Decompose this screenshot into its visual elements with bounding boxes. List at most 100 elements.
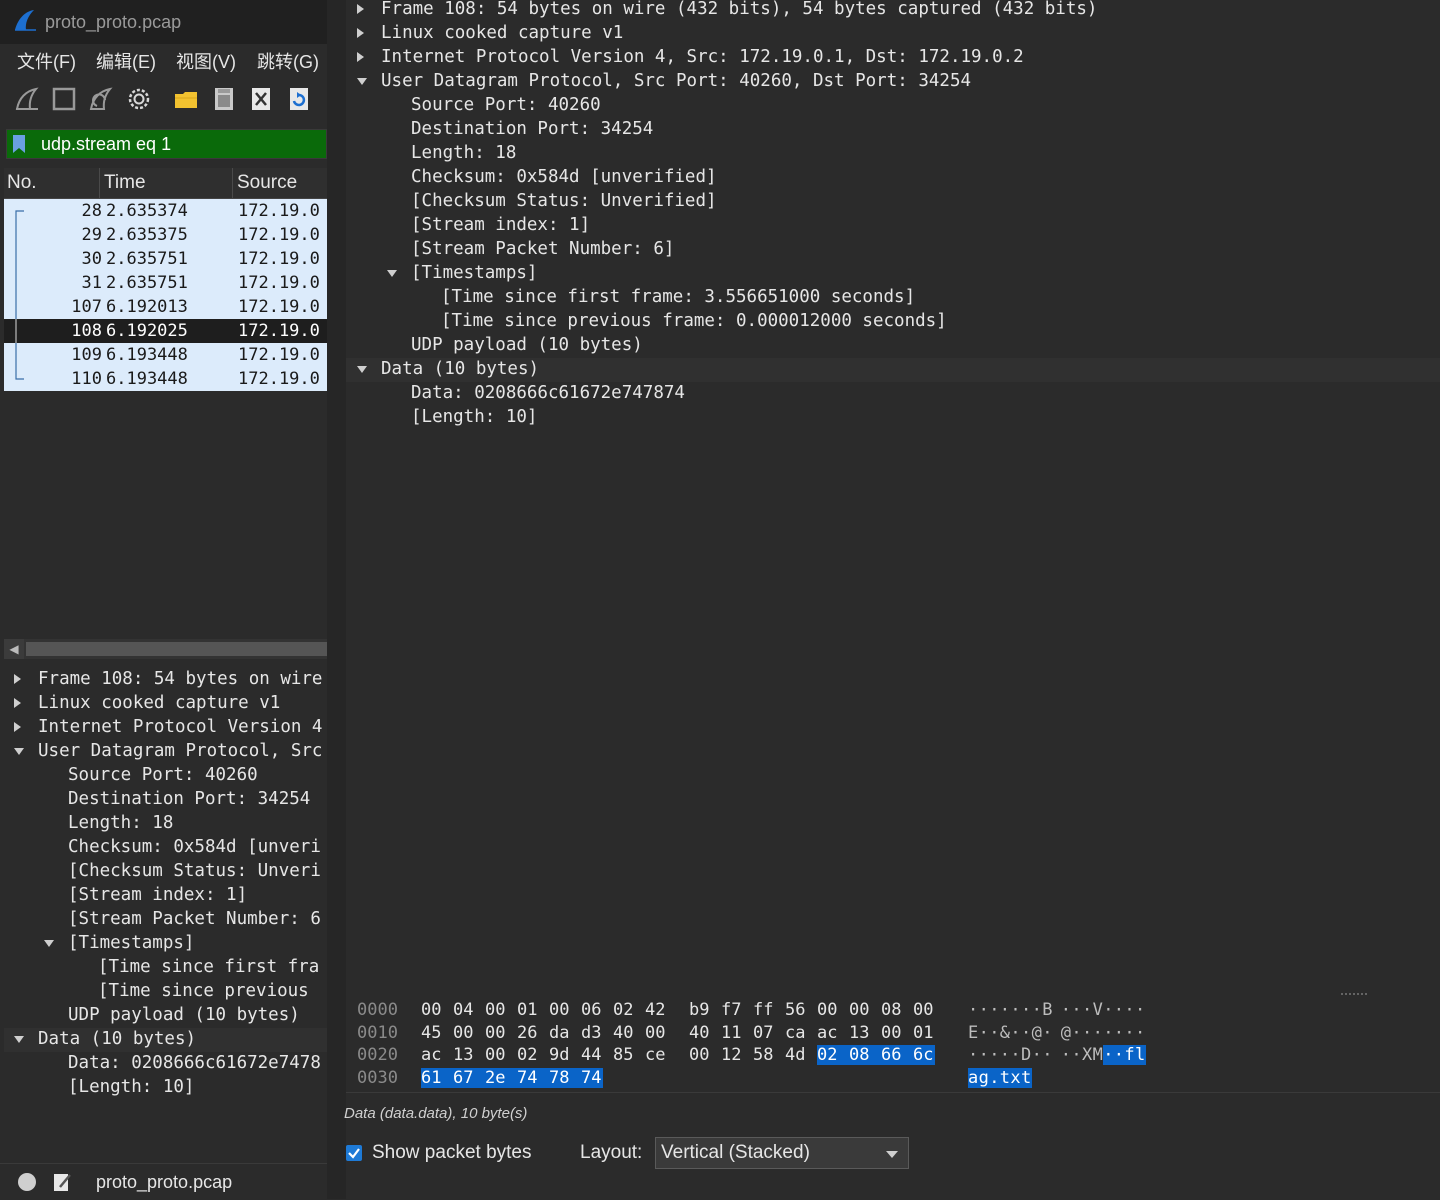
expand-arrow-right-icon[interactable]	[14, 722, 21, 732]
menu-file[interactable]: 文件(F)	[17, 48, 76, 74]
save-file-icon[interactable]	[211, 86, 237, 112]
ascii-char[interactable]: f	[1124, 1045, 1136, 1065]
hex-byte[interactable]: 00	[913, 1000, 933, 1020]
packet-row[interactable]: 109 6.193448 172.19.0	[4, 343, 327, 367]
hex-byte[interactable]: 66	[881, 1045, 913, 1065]
ascii-char[interactable]: ·	[1021, 1000, 1031, 1020]
ascii-char[interactable]: ·	[1010, 1023, 1020, 1043]
detail-tree-item[interactable]: Data (10 bytes)	[4, 1028, 327, 1052]
ascii-char[interactable]: g	[978, 1067, 990, 1088]
ascii-char[interactable]: ·	[1042, 1023, 1052, 1043]
expand-arrow-down-icon[interactable]	[357, 366, 367, 373]
hex-byte[interactable]: 01	[517, 1000, 537, 1020]
hex-byte[interactable]: 78	[549, 1067, 581, 1088]
hex-byte[interactable]: 26	[517, 1023, 537, 1043]
hex-byte[interactable]: 45	[421, 1023, 441, 1043]
hex-byte[interactable]: 00	[881, 1023, 901, 1043]
expand-arrow-down-icon[interactable]	[14, 1036, 24, 1043]
ascii-char[interactable]: &	[1000, 1023, 1010, 1043]
packet-row[interactable]: 30 2.635751 172.19.0	[4, 247, 327, 271]
hex-byte[interactable]: 04	[453, 1000, 473, 1020]
menu-go[interactable]: 跳转(G)	[257, 48, 319, 74]
show-packet-bytes-checkbox[interactable]	[346, 1145, 362, 1161]
hex-byte[interactable]: 00	[421, 1000, 441, 1020]
ascii-char[interactable]: D	[1021, 1045, 1031, 1065]
hex-byte[interactable]: 02	[817, 1045, 849, 1065]
ascii-char[interactable]: a	[968, 1067, 979, 1088]
hex-byte[interactable]: ff	[753, 1000, 773, 1020]
hex-byte[interactable]: 42	[645, 1000, 665, 1020]
hex-byte[interactable]: 00	[485, 1045, 505, 1065]
ascii-char[interactable]: ·	[1071, 1045, 1081, 1065]
ascii-char[interactable]: X	[1082, 1045, 1092, 1065]
ascii-char[interactable]: ·	[1010, 1000, 1020, 1020]
ascii-char[interactable]: ·	[1082, 1023, 1092, 1043]
restart-fin-icon[interactable]	[88, 86, 114, 112]
ascii-char[interactable]: ·	[1042, 1045, 1052, 1065]
detail-tree-item[interactable]: Data (10 bytes)	[346, 358, 1440, 382]
hex-byte[interactable]: 00	[549, 1000, 569, 1020]
hex-byte[interactable]: 13	[453, 1045, 473, 1065]
bookmark-icon[interactable]	[11, 134, 27, 154]
hex-byte[interactable]: 00	[849, 1000, 869, 1020]
hex-byte[interactable]: ca	[785, 1023, 805, 1043]
hex-byte[interactable]: 00	[485, 1023, 505, 1043]
ascii-char[interactable]: ·	[1071, 1023, 1081, 1043]
packet-row[interactable]: 28 2.635374 172.19.0	[4, 199, 327, 223]
ascii-char[interactable]: ·	[968, 1000, 978, 1020]
hex-byte[interactable]: f7	[721, 1000, 741, 1020]
ascii-char[interactable]: ·	[1021, 1023, 1031, 1043]
packet-list-hscroll[interactable]: ◀	[4, 639, 327, 659]
hex-byte[interactable]: 67	[453, 1067, 485, 1088]
hex-byte[interactable]: 02	[517, 1045, 537, 1065]
hex-byte[interactable]: 06	[581, 1000, 601, 1020]
ascii-char[interactable]: ·	[989, 1023, 999, 1043]
hex-byte[interactable]: 07	[753, 1023, 773, 1043]
hex-byte[interactable]: d3	[581, 1023, 601, 1043]
ascii-char[interactable]: ·	[1000, 1000, 1010, 1020]
ascii-char[interactable]: M	[1093, 1045, 1103, 1065]
ascii-char[interactable]: .	[989, 1067, 1001, 1088]
column-separator[interactable]	[99, 168, 100, 198]
hex-byte[interactable]: 40	[689, 1023, 709, 1043]
ascii-char[interactable]: ·	[1135, 1000, 1145, 1020]
ascii-char[interactable]: ·	[1114, 1000, 1124, 1020]
ascii-char[interactable]: ·	[979, 1045, 989, 1065]
hex-byte[interactable]: ce	[645, 1045, 665, 1065]
ascii-char[interactable]: ·	[1032, 1000, 1042, 1020]
stop-square-icon[interactable]	[51, 86, 77, 112]
menu-view[interactable]: 视图(V)	[176, 48, 236, 74]
column-header-time[interactable]: Time	[104, 172, 146, 194]
ascii-char[interactable]: B	[1042, 1000, 1052, 1020]
hex-byte[interactable]: 02	[613, 1000, 633, 1020]
expand-arrow-down-icon[interactable]	[357, 78, 367, 85]
ascii-char[interactable]: V	[1093, 1000, 1103, 1020]
ascii-char[interactable]: @	[1032, 1023, 1042, 1043]
hex-byte[interactable]: 74	[517, 1067, 549, 1088]
hex-byte[interactable]: 08	[849, 1045, 881, 1065]
hex-byte[interactable]: ac	[421, 1045, 441, 1065]
pane-splitter[interactable]	[327, 0, 346, 1199]
ascii-char[interactable]: ·	[1113, 1045, 1125, 1065]
ascii-char[interactable]: ·	[989, 1045, 999, 1065]
ascii-char[interactable]: l	[1135, 1045, 1146, 1065]
column-header-no[interactable]: No.	[7, 172, 37, 194]
hex-byte[interactable]: 00	[453, 1023, 473, 1043]
ascii-char[interactable]: ·	[1103, 1045, 1115, 1065]
expand-arrow-right-icon[interactable]	[14, 698, 21, 708]
hex-byte[interactable]: 00	[817, 1000, 837, 1020]
hex-byte[interactable]: 12	[721, 1045, 741, 1065]
ascii-char[interactable]: t	[999, 1067, 1011, 1088]
close-file-icon[interactable]	[248, 86, 274, 112]
ascii-char[interactable]: @	[1061, 1023, 1071, 1043]
show-packet-bytes-label[interactable]: Show packet bytes	[372, 1142, 531, 1164]
hex-byte[interactable]: 6c	[913, 1045, 935, 1065]
ascii-char[interactable]: ·	[1103, 1000, 1113, 1020]
hex-byte[interactable]: 4d	[785, 1045, 805, 1065]
ascii-char[interactable]: ·	[1135, 1023, 1145, 1043]
ascii-char[interactable]: ·	[1061, 1045, 1071, 1065]
hex-byte[interactable]: 00	[689, 1045, 709, 1065]
hex-byte[interactable]: 9d	[549, 1045, 569, 1065]
hex-byte[interactable]: 85	[613, 1045, 633, 1065]
packet-row[interactable]: 31 2.635751 172.19.0	[4, 271, 327, 295]
